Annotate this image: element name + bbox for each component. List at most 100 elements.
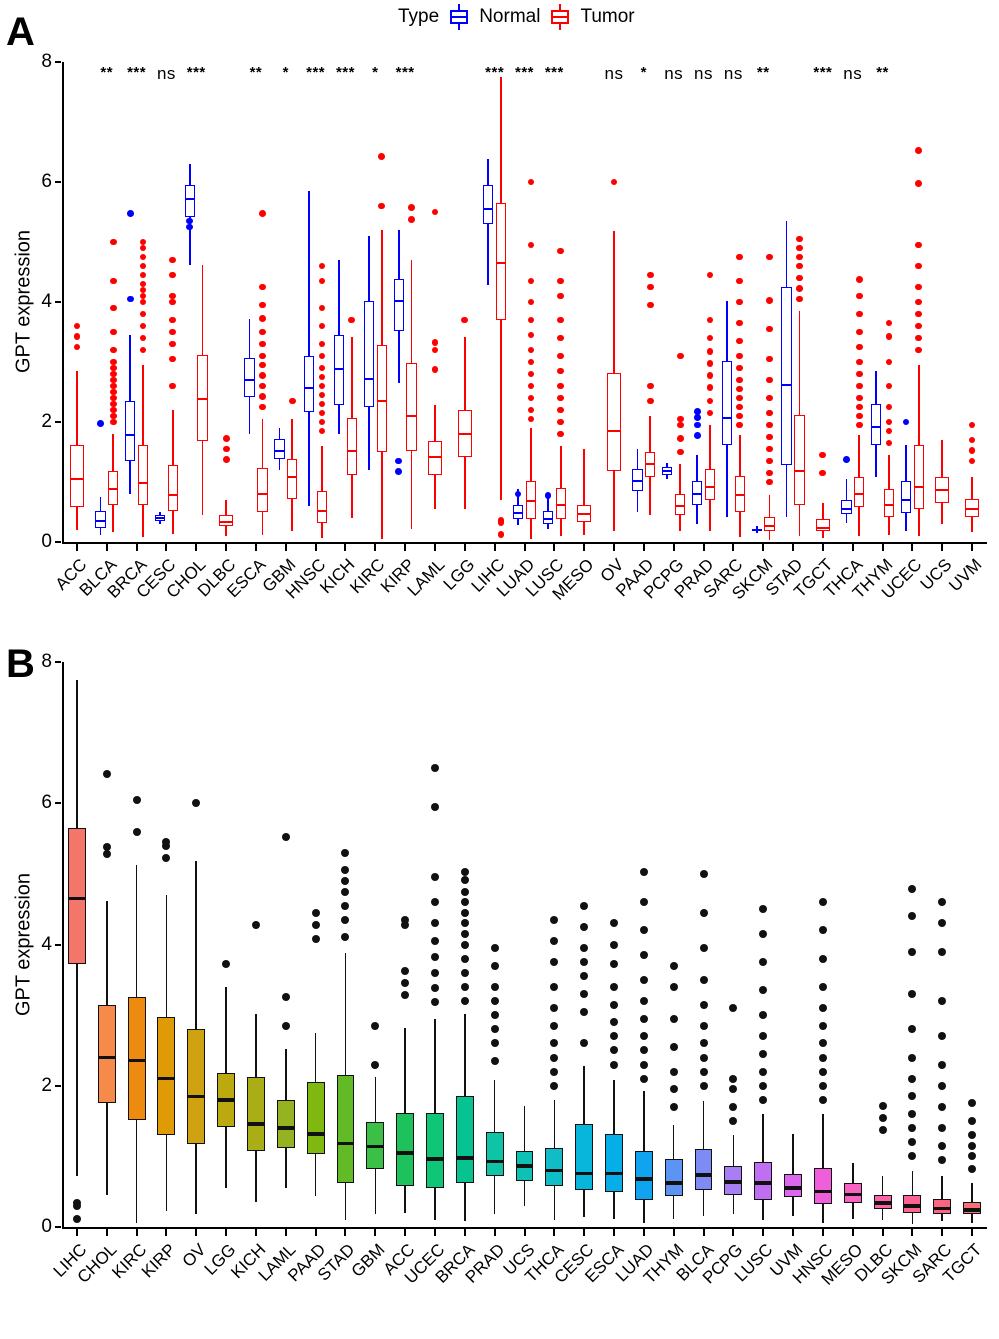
x-tick-mark: [314, 1229, 317, 1236]
significance-sarc: ns: [723, 64, 743, 83]
panel-b: B 0 2 4 6 8 LIHC CHOL KIRC KIRP OV LGG KICH LAML PAAD…: [0, 640, 999, 1332]
outlier: [580, 944, 589, 953]
outlier: [341, 915, 350, 924]
x-tick-mark: [225, 1229, 228, 1236]
outlier: [527, 241, 535, 249]
outlier: [818, 982, 827, 991]
outlier: [341, 866, 350, 875]
x-tick-mark: [463, 1229, 466, 1236]
panel-a-letter: A: [6, 10, 35, 54]
outlier: [460, 954, 469, 963]
outlier: [318, 364, 326, 372]
outlier: [139, 292, 147, 300]
outlier: [431, 339, 439, 347]
outlier: [169, 328, 177, 336]
box: [575, 1123, 594, 1191]
outlier: [968, 447, 976, 455]
outlier: [766, 325, 774, 333]
median-line: [187, 1094, 206, 1099]
outlier: [915, 346, 923, 354]
y-tick-label: 2: [41, 411, 52, 432]
median-line: [512, 512, 524, 515]
outlier: [736, 421, 744, 429]
box: [406, 363, 417, 451]
y-tick-mark: [55, 421, 61, 423]
outlier: [430, 968, 439, 977]
outlier: [371, 1021, 380, 1030]
outlier: [311, 934, 320, 943]
outlier: [610, 1032, 619, 1041]
outlier: [102, 850, 111, 859]
x-tick-mark: [941, 1229, 944, 1236]
x-tick-mark: [433, 1229, 436, 1236]
outlier: [766, 409, 774, 417]
outlier: [461, 316, 469, 324]
x-tick-mark: [881, 1229, 884, 1236]
outlier: [318, 427, 326, 435]
outlier: [766, 394, 774, 402]
median-line: [721, 417, 733, 420]
outlier: [109, 328, 117, 336]
outlier: [766, 421, 774, 429]
outlier: [610, 940, 619, 949]
outlier: [430, 763, 439, 772]
significance-kirp: ***: [395, 64, 415, 81]
y-tick-mark: [55, 301, 61, 303]
box: [396, 1112, 415, 1187]
outlier: [639, 898, 648, 907]
significance-lusc: ***: [544, 64, 564, 81]
box: [664, 1159, 683, 1196]
outlier: [699, 1081, 708, 1090]
x-tick-mark: [105, 544, 108, 551]
panel-a-ylabel: GPT expression: [12, 229, 35, 374]
x-tick-mark: [672, 544, 675, 551]
outlier: [395, 467, 403, 475]
outlier: [938, 1124, 947, 1133]
outlier: [580, 1007, 589, 1016]
median-line: [883, 503, 895, 506]
outlier: [527, 346, 535, 354]
outlier: [550, 915, 559, 924]
outlier: [162, 854, 171, 863]
outlier: [109, 304, 117, 312]
outlier: [341, 901, 350, 910]
outlier: [318, 304, 326, 312]
outlier: [318, 277, 326, 285]
x-tick-mark: [493, 1229, 496, 1236]
x-tick-mark: [433, 544, 436, 551]
outlier: [938, 1032, 947, 1041]
box: [97, 1005, 116, 1103]
outlier: [968, 1117, 977, 1126]
outlier: [109, 358, 117, 366]
outlier: [908, 885, 917, 894]
x-tick-mark: [911, 1229, 914, 1236]
outlier: [557, 367, 565, 375]
x-tick-mark: [404, 544, 407, 551]
median-line: [483, 207, 494, 211]
median-line: [781, 383, 792, 386]
x-tick-mark: [344, 1229, 347, 1236]
outlier: [318, 340, 326, 348]
outlier: [109, 277, 117, 285]
panel-a: A Type Normal Tumor 0 2 4 6 8 ACC BLCA BRCA CESC…: [0, 0, 999, 640]
outlier: [759, 958, 768, 967]
outlier: [699, 1021, 708, 1030]
box: [704, 468, 716, 500]
outlier: [139, 262, 147, 270]
outlier: [736, 337, 744, 345]
y-tick-label: 6: [41, 171, 52, 192]
outlier: [527, 298, 535, 306]
outlier: [908, 989, 917, 998]
outlier: [885, 319, 893, 327]
median-line: [935, 489, 950, 492]
significance-gbm: *: [282, 64, 289, 81]
outlier: [885, 358, 893, 366]
box: [363, 300, 375, 407]
x-tick-mark: [762, 544, 765, 551]
median-line: [963, 1208, 982, 1212]
outlier: [139, 238, 147, 246]
median-line: [632, 479, 643, 482]
outlier: [580, 922, 589, 931]
median-line: [545, 1168, 564, 1173]
x-tick-mark: [672, 1229, 675, 1236]
